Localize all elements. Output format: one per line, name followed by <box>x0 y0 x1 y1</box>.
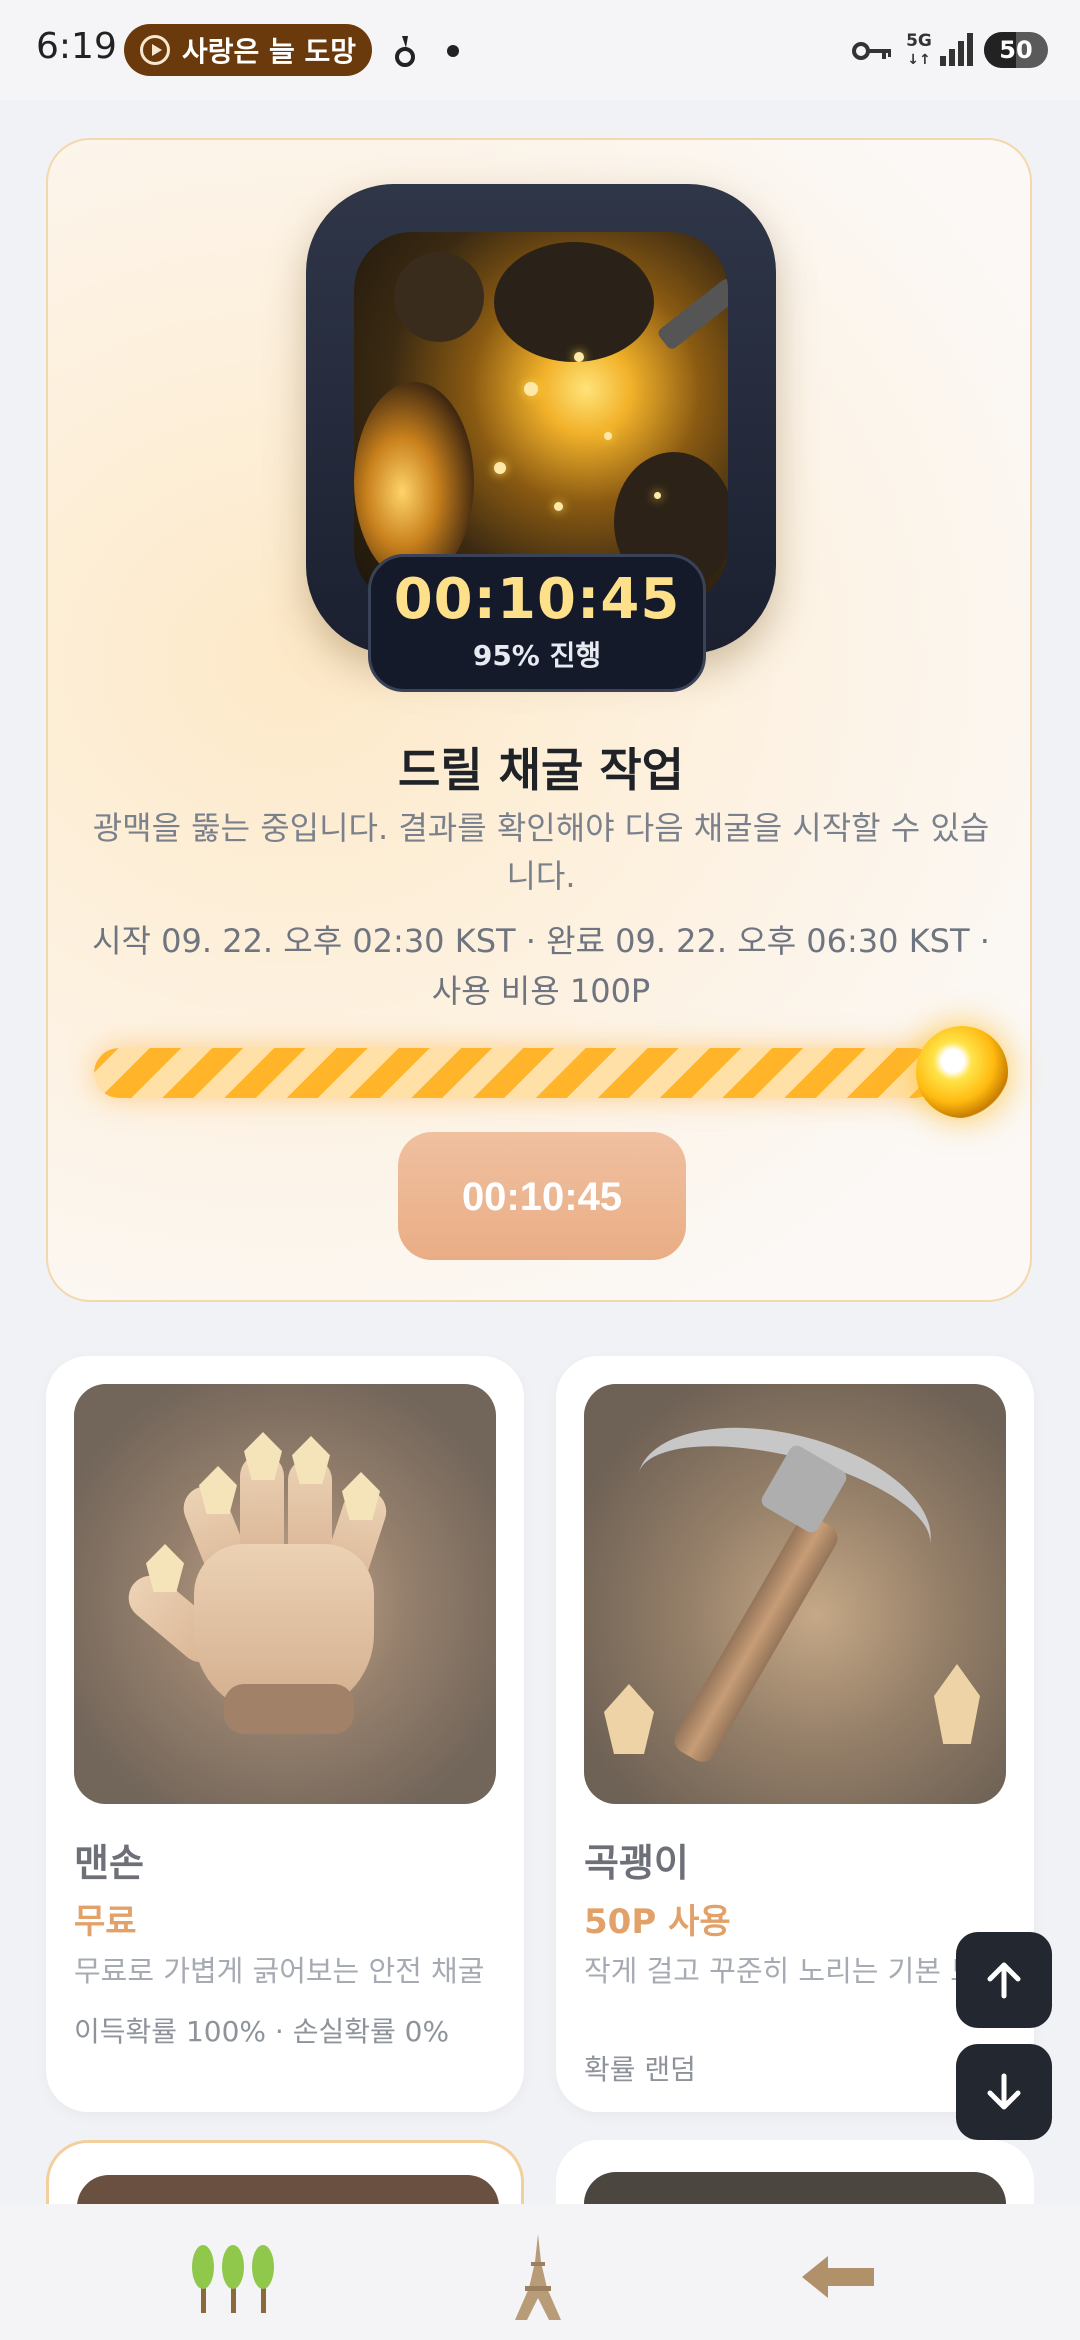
music-title: 사랑은 늘 도망 <box>182 35 357 68</box>
tool-description: 작게 걸고 꾸준히 노리는 기본 도구 <box>584 1954 1004 1988</box>
nav-tower[interactable] <box>478 2232 598 2322</box>
progress-orb-icon <box>916 1026 1008 1118</box>
vpn-key-icon <box>852 42 891 60</box>
arrow-up-icon <box>987 1962 1021 1999</box>
notification-drop-icon <box>395 36 415 67</box>
progress-bar <box>94 1048 984 1098</box>
back-arrow-icon <box>802 2256 874 2298</box>
music-playing-pill[interactable]: 사랑은 늘 도망 <box>124 24 372 76</box>
status-time: 6:19 <box>36 26 117 67</box>
tool-stats: 확률 랜덤 <box>584 2053 696 2086</box>
eiffel-tower-icon <box>515 2234 561 2320</box>
dot-icon <box>447 45 459 57</box>
battery-indicator: 50 <box>984 32 1048 68</box>
trees-icon <box>192 2245 274 2313</box>
status-bar: 6:19 사랑은 늘 도망 5G ↓↑ 50 <box>0 0 1080 100</box>
job-title: 드릴 채굴 작업 <box>398 743 684 797</box>
nav-back[interactable] <box>778 2232 898 2322</box>
play-icon <box>140 35 170 65</box>
tool-price: 무료 <box>74 1902 137 1942</box>
bottom-navigation <box>0 2204 1080 2340</box>
job-meta: 시작 09. 22. 오후 02:30 KST · 완료 09. 22. 오후 … <box>92 922 990 1010</box>
progress-text: 95% 진행 <box>472 639 602 672</box>
tool-name: 곡괭이 <box>584 1841 689 1885</box>
tool-card-bare-hand[interactable]: 맨손 무료 무료로 가볍게 긁어보는 안전 채굴 이득확률 100% · 손실확… <box>46 1356 524 2112</box>
tool-stats: 이득확률 100% · 손실확률 0% <box>74 2015 450 2048</box>
countdown-timer: 00:10:45 <box>393 567 681 632</box>
countdown-plate: 00:10:45 95% 진행 <box>368 554 706 692</box>
progress-bar-fill <box>94 1048 940 1098</box>
signal-icon <box>940 33 973 66</box>
mining-job-card: 00:10:45 95% 진행 드릴 채굴 작업 광맥을 뚫는 중입니다. 결과… <box>46 138 1032 1302</box>
pickaxe-illustration <box>584 1384 1006 1804</box>
job-description: 광맥을 뚫는 중입니다. 결과를 확인해야 다음 채굴을 시작할 수 있습니다. <box>92 809 990 895</box>
tool-price: 50P 사용 <box>584 1902 731 1942</box>
nav-forest[interactable] <box>174 2232 294 2322</box>
scroll-up-button[interactable] <box>956 1932 1052 2028</box>
arrow-down-icon <box>987 2073 1021 2110</box>
tool-name: 맨손 <box>74 1841 144 1885</box>
collect-timer-button[interactable]: 00:10:45 <box>398 1132 686 1260</box>
glove-illustration <box>74 1384 496 1804</box>
tool-description: 무료로 가볍게 긁어보는 안전 채굴 <box>74 1954 485 1988</box>
mining-illustration <box>354 232 728 606</box>
network-type: 5G ↓↑ <box>906 31 932 68</box>
scroll-down-button[interactable] <box>956 2044 1052 2140</box>
